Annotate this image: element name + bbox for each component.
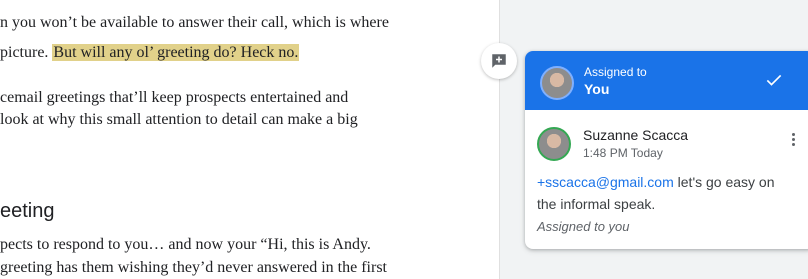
assigned-label: Assigned to: [584, 65, 647, 79]
author-avatar: [537, 127, 571, 161]
checkmark-icon[interactable]: [764, 70, 784, 90]
section-heading: eeting: [0, 200, 55, 222]
comment-card[interactable]: Assigned to You Suzanne Scacca 1:48 PM T…: [525, 51, 808, 249]
comment-author: Suzanne Scacca: [583, 127, 689, 143]
mention-link[interactable]: +sscacca@gmail.com: [537, 174, 674, 190]
doc-line-text: picture.: [0, 44, 53, 61]
highlighted-text[interactable]: But will any ol’ greeting do? Heck no.: [52, 44, 300, 61]
comment-body: +sscacca@gmail.com let's go easy on the …: [537, 171, 777, 215]
comment-time: 1:48 PM Today: [583, 146, 663, 160]
avatar: [540, 66, 574, 100]
add-comment-button[interactable]: [481, 43, 517, 79]
document-page[interactable]: n you won’t be available to answer their…: [0, 0, 499, 279]
doc-line: cemail greetings that’ll keep prospects …: [0, 89, 349, 106]
doc-line: greeting has them wishing they’d never a…: [0, 259, 387, 276]
more-vert-icon[interactable]: [787, 131, 799, 153]
doc-line: look at why this small attention to deta…: [0, 111, 358, 128]
assignee-name: You: [584, 81, 610, 97]
assignment-header: Assigned to You: [525, 51, 808, 110]
doc-line: n you won’t be available to answer their…: [0, 14, 389, 31]
doc-line: pects to respond to you… and now your “H…: [0, 236, 371, 253]
doc-line: picture. But will any ol’ greeting do? H…: [0, 43, 300, 63]
assigned-to-footer: Assigned to you: [537, 219, 630, 234]
add-comment-icon: [492, 54, 506, 68]
